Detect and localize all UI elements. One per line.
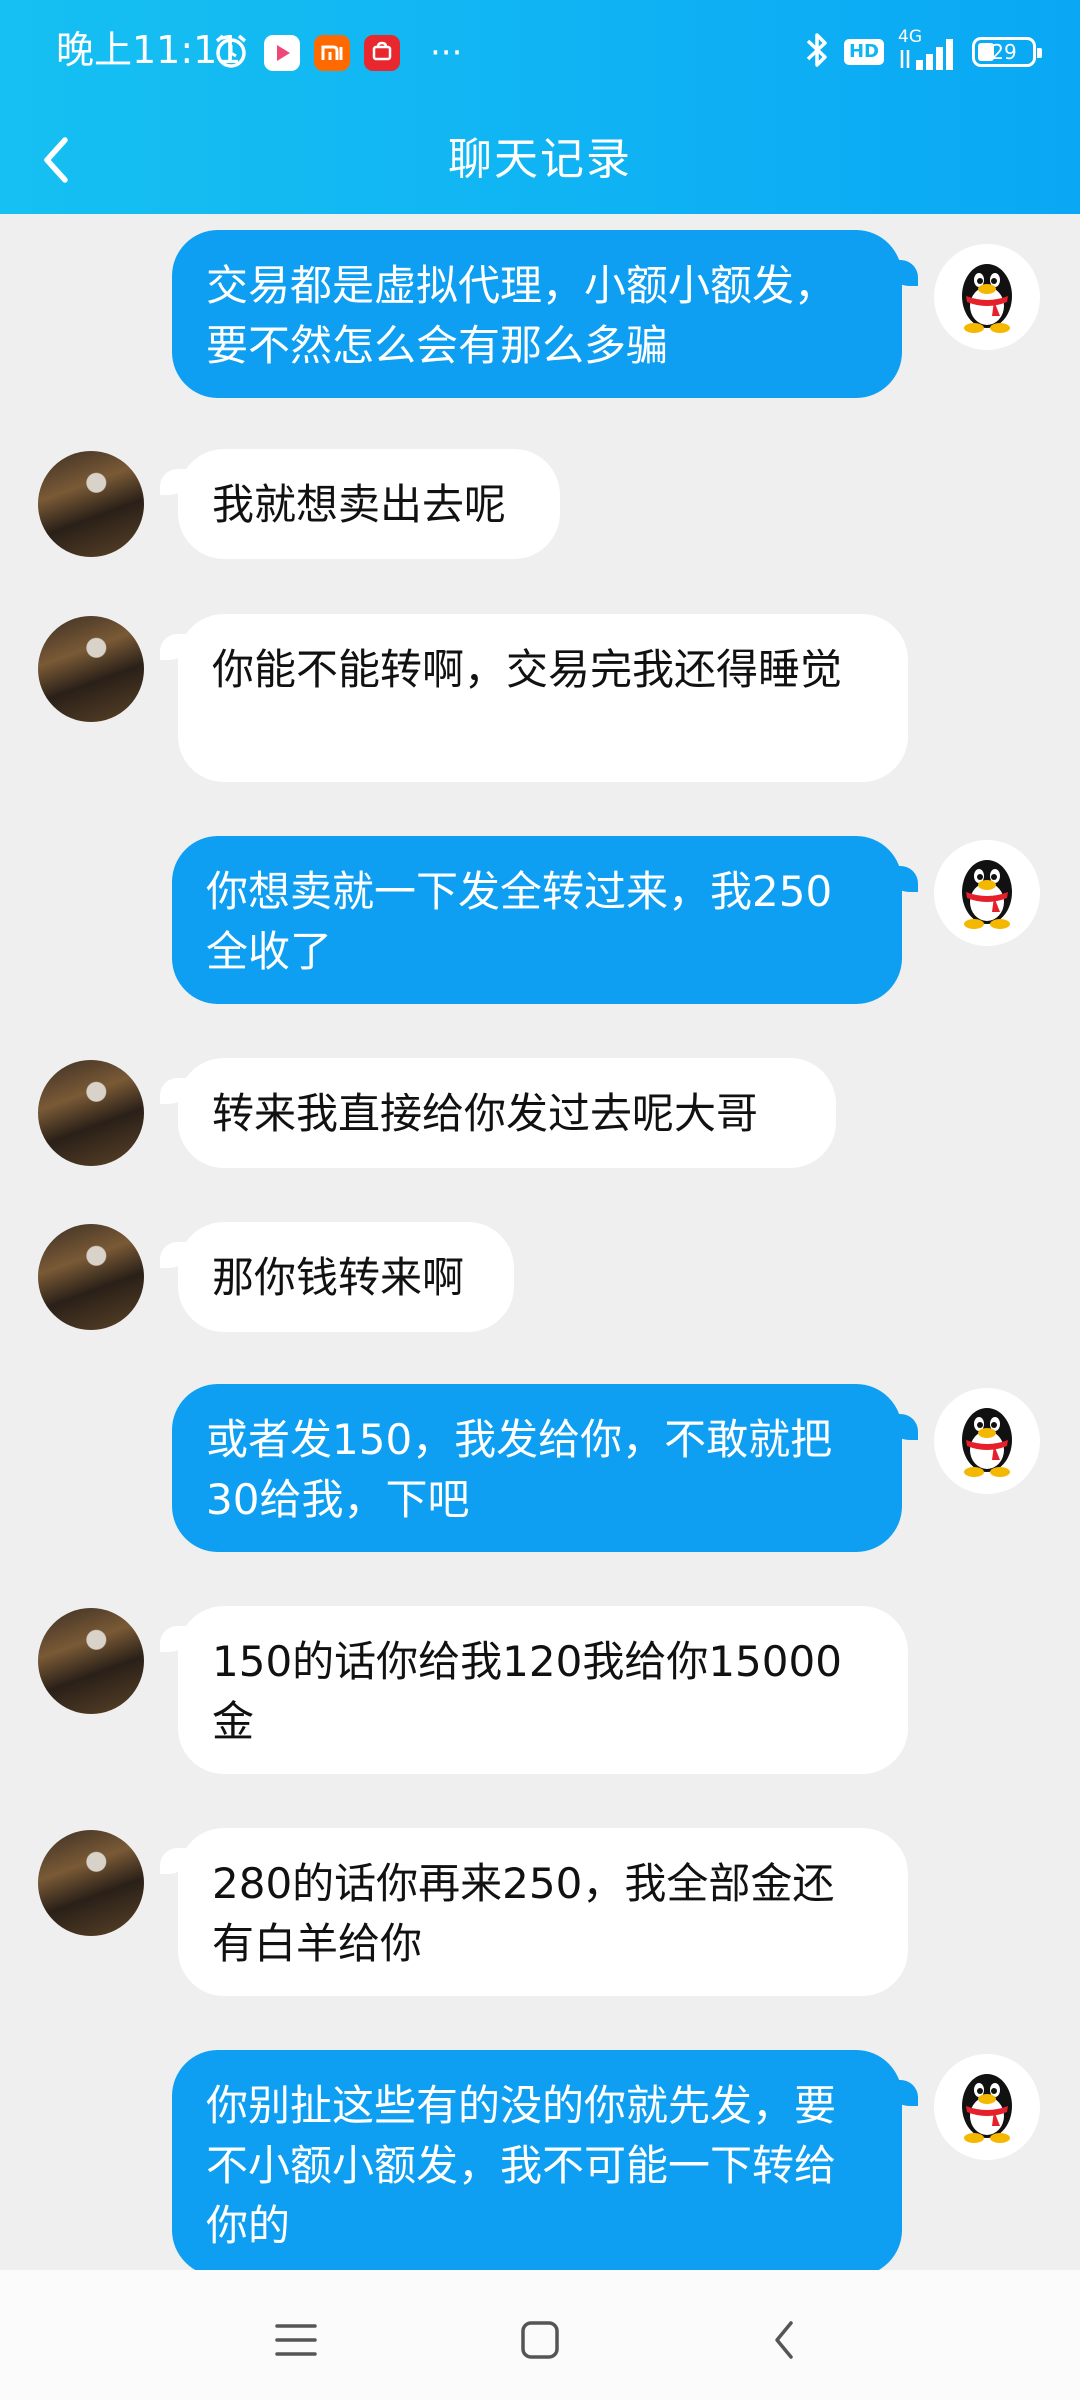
- message-bubble[interactable]: 280的话你再来250，我全部金还有白羊给你: [178, 1828, 908, 1996]
- message-bubble[interactable]: 转来我直接给你发过去呢大哥: [178, 1058, 836, 1168]
- message-item: 那你钱转来啊: [0, 1222, 1080, 1337]
- shopping-app-icon: [364, 35, 400, 71]
- back-icon: [775, 2321, 793, 2359]
- message-bubble[interactable]: 我就想卖出去呢: [178, 449, 560, 559]
- message-item: 你想卖就一下发全转过来，我250全收了: [0, 836, 1080, 1006]
- home-button[interactable]: [510, 2310, 570, 2370]
- avatar[interactable]: [934, 1388, 1040, 1494]
- message-item: 我就想卖出去呢: [0, 449, 1080, 564]
- penguin-icon: [962, 1408, 1012, 1477]
- message-item: 你别扯这些有的没的你就先发，要不小额小额发，我不可能一下转给你的: [0, 2050, 1080, 2270]
- home-icon: [521, 2321, 559, 2359]
- message-bubble[interactable]: 你别扯这些有的没的你就先发，要不小额小额发，我不可能一下转给你的: [172, 2050, 902, 2270]
- avatar[interactable]: [38, 451, 144, 557]
- message-item: 交易都是虚拟代理，小额小额发，要不然怎么会有那么多骗: [0, 230, 1080, 400]
- avatar[interactable]: [38, 1608, 144, 1714]
- message-bubble[interactable]: 那你钱转来啊: [178, 1222, 514, 1332]
- nav-bar: 聊天记录: [0, 105, 1080, 214]
- message-bubble[interactable]: 或者发150，我发给你，不敢就把30给我，下吧: [172, 1384, 902, 1552]
- app-header: 晚上11:11 ··· HD 4G 29 聊天记录: [0, 0, 1080, 214]
- hd-badge: HD: [843, 39, 884, 65]
- alarm-icon: [212, 32, 250, 74]
- menu-icon: [275, 2324, 317, 2356]
- message-item: 你能不能转啊，交易完我还得睡觉: [0, 614, 1080, 784]
- message-item: 转来我直接给你发过去呢大哥: [0, 1058, 1080, 1173]
- bluetooth-icon: [804, 30, 830, 74]
- chat-history[interactable]: 交易都是虚拟代理，小额小额发，要不然怎么会有那么多骗 我就想卖出去呢 你能不能转…: [0, 214, 1080, 2270]
- avatar[interactable]: [934, 840, 1040, 946]
- message-item: 280的话你再来250，我全部金还有白羊给你: [0, 1828, 1080, 1998]
- battery-level: 29: [991, 40, 1017, 64]
- status-bar: 晚上11:11 ··· HD 4G 29: [0, 0, 1080, 105]
- avatar[interactable]: [38, 1060, 144, 1166]
- message-bubble[interactable]: 你想卖就一下发全转过来，我250全收了: [172, 836, 902, 1004]
- avatar[interactable]: [934, 244, 1040, 350]
- message-bubble[interactable]: 交易都是虚拟代理，小额小额发，要不然怎么会有那么多骗: [172, 230, 902, 398]
- menu-button[interactable]: [266, 2310, 326, 2370]
- message-item: 150的话你给我120我给你15000金: [0, 1606, 1080, 1776]
- penguin-icon: [962, 860, 1012, 929]
- avatar[interactable]: [38, 1224, 144, 1330]
- video-app-icon: [264, 35, 300, 71]
- avatar[interactable]: [38, 1830, 144, 1936]
- nav-back-button[interactable]: [754, 2310, 814, 2370]
- page-title: 聊天记录: [448, 134, 632, 185]
- penguin-icon: [962, 264, 1012, 333]
- notification-icons: ···: [212, 32, 462, 74]
- cellular-signal-icon: 4G: [898, 28, 958, 72]
- mi-app-icon: [314, 35, 350, 71]
- system-status: HD 4G 29: [804, 28, 1042, 74]
- avatar[interactable]: [934, 2054, 1040, 2160]
- message-item: 或者发150，我发给你，不敢就把30给我，下吧: [0, 1384, 1080, 1554]
- more-notifications: ···: [430, 33, 463, 73]
- system-navigation-bar: [0, 2270, 1080, 2400]
- avatar[interactable]: [38, 616, 144, 722]
- battery-icon: 29: [972, 37, 1042, 67]
- message-bubble[interactable]: 你能不能转啊，交易完我还得睡觉: [178, 614, 908, 782]
- penguin-icon: [962, 2074, 1012, 2143]
- message-bubble[interactable]: 150的话你给我120我给你15000金: [178, 1606, 908, 1774]
